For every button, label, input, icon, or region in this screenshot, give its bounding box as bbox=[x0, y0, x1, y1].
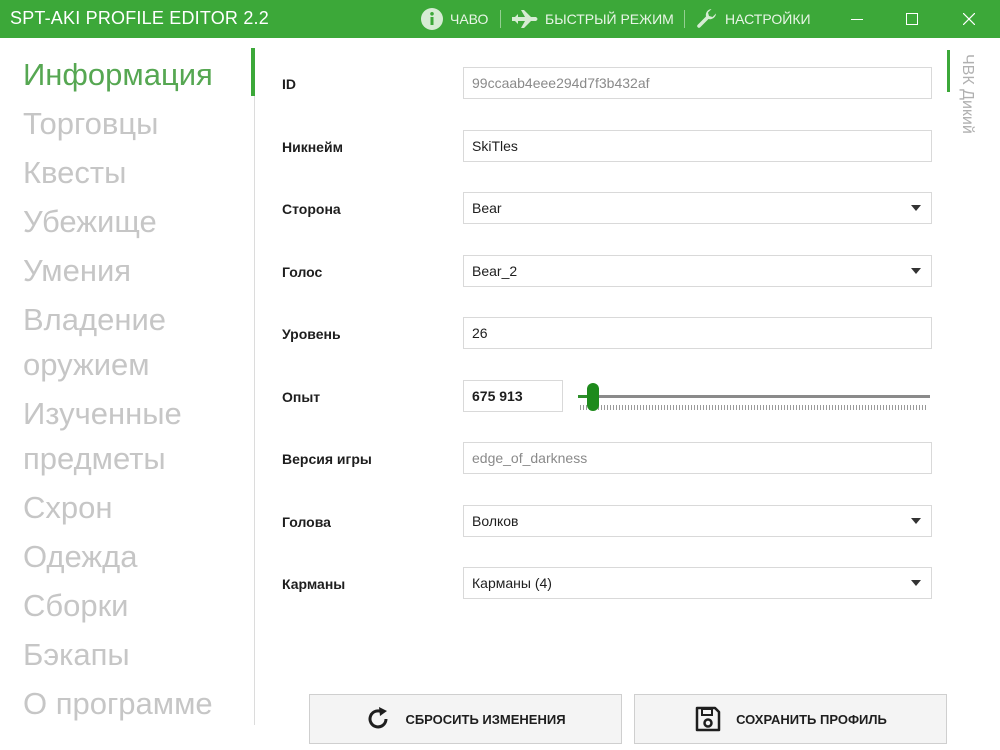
sidebar-item-quests[interactable]: Квесты bbox=[23, 150, 126, 195]
experience-label: Опыт bbox=[282, 389, 321, 405]
side-select[interactable]: Bear bbox=[463, 192, 932, 224]
sidebar-item-weapon-mastery[interactable]: Владение оружием bbox=[23, 297, 166, 387]
id-field[interactable]: 99ccaab4eee294d7f3b432af bbox=[463, 67, 932, 99]
nickname-label: Никнейм bbox=[282, 139, 343, 155]
tab-label: ЧВК Дикий bbox=[959, 54, 976, 134]
chevron-down-icon bbox=[911, 205, 921, 211]
sidebar-item-label: Изученные bbox=[23, 396, 182, 431]
reset-label: СБРОСИТЬ ИЗМЕНЕНИЯ bbox=[405, 711, 566, 727]
sidebar-item-traders[interactable]: Торговцы bbox=[23, 101, 158, 146]
save-icon bbox=[695, 706, 721, 732]
nickname-input[interactable]: SkiTles bbox=[463, 130, 932, 162]
close-icon bbox=[963, 13, 975, 25]
maximize-icon bbox=[906, 13, 918, 25]
sidebar-item-presets[interactable]: Сборки bbox=[23, 583, 129, 628]
tab-scav-profile[interactable]: ЧВК Дикий bbox=[958, 54, 982, 164]
minimize-button[interactable] bbox=[834, 0, 880, 38]
fast-mode-button[interactable]: БЫСТРЫЙ РЕЖИМ bbox=[511, 0, 674, 38]
pockets-label: Карманы bbox=[282, 576, 346, 592]
slider-thumb[interactable] bbox=[587, 383, 599, 411]
faq-label: ЧАВО bbox=[450, 11, 489, 27]
experience-input[interactable]: 675 913 bbox=[463, 380, 563, 412]
head-label: Голова bbox=[282, 514, 331, 530]
title-bar: SPT-AKI PROFILE EDITOR 2.2 ЧАВО БЫСТРЫЙ … bbox=[0, 0, 1000, 38]
close-button[interactable] bbox=[946, 0, 992, 38]
sidebar-item-label: предметы bbox=[23, 441, 166, 476]
sidebar-item-hideout[interactable]: Убежище bbox=[23, 199, 157, 244]
sidebar-item-skills[interactable]: Умения bbox=[23, 248, 131, 293]
refresh-icon bbox=[368, 707, 388, 729]
level-label: Уровень bbox=[282, 326, 341, 342]
experience-slider[interactable] bbox=[578, 382, 930, 412]
sidebar-item-examined-items[interactable]: Изученные предметы bbox=[23, 391, 182, 481]
pockets-value: Карманы (4) bbox=[472, 575, 552, 591]
sidebar-item-stash[interactable]: Схрон bbox=[23, 485, 113, 530]
settings-button[interactable]: НАСТРОЙКИ bbox=[695, 0, 811, 38]
divider bbox=[500, 10, 501, 28]
voice-select[interactable]: Bear_2 bbox=[463, 255, 932, 287]
voice-label: Голос bbox=[282, 264, 323, 280]
save-label: СОХРАНИТЬ ПРОФИЛЬ bbox=[736, 711, 887, 727]
id-label: ID bbox=[282, 76, 296, 92]
airplane-icon bbox=[512, 10, 538, 28]
chevron-down-icon bbox=[911, 268, 921, 274]
chevron-down-icon bbox=[911, 518, 921, 524]
slider-track bbox=[578, 395, 930, 398]
pockets-select[interactable]: Карманы (4) bbox=[463, 567, 932, 599]
level-input[interactable]: 26 bbox=[463, 317, 932, 349]
reset-changes-button[interactable]: СБРОСИТЬ ИЗМЕНЕНИЯ bbox=[309, 694, 622, 744]
fast-mode-label: БЫСТРЫЙ РЕЖИМ bbox=[545, 11, 674, 27]
sidebar-item-label: Владение bbox=[23, 302, 167, 337]
sidebar-item-label: оружием bbox=[23, 347, 150, 382]
sidebar-item-clothing[interactable]: Одежда bbox=[23, 534, 137, 579]
slider-ticks bbox=[580, 405, 926, 410]
save-profile-button[interactable]: СОХРАНИТЬ ПРОФИЛЬ bbox=[634, 694, 947, 744]
divider bbox=[684, 10, 685, 28]
sidebar-item-backups[interactable]: Бэкапы bbox=[23, 632, 130, 677]
sidebar: Информация Торговцы Квесты Убежище Умени… bbox=[0, 38, 256, 750]
chevron-down-icon bbox=[911, 580, 921, 586]
side-tab-indicator bbox=[947, 50, 950, 92]
faq-button[interactable]: ЧАВО bbox=[420, 0, 488, 38]
head-value: Волков bbox=[472, 513, 519, 529]
settings-label: НАСТРОЙКИ bbox=[725, 11, 811, 27]
sidebar-divider bbox=[254, 96, 255, 725]
game-version-label: Версия игры bbox=[282, 451, 372, 467]
wrench-icon bbox=[697, 9, 716, 28]
side-label: Сторона bbox=[282, 201, 341, 217]
sidebar-item-info[interactable]: Информация bbox=[23, 52, 213, 97]
info-icon bbox=[421, 8, 443, 30]
maximize-button[interactable] bbox=[889, 0, 935, 38]
sidebar-item-about[interactable]: О программе bbox=[23, 681, 213, 726]
minimize-icon bbox=[851, 19, 863, 20]
app-title: SPT-AKI PROFILE EDITOR 2.2 bbox=[10, 8, 269, 28]
sidebar-active-indicator bbox=[251, 48, 255, 96]
voice-value: Bear_2 bbox=[472, 263, 518, 279]
game-version-field[interactable]: edge_of_darkness bbox=[463, 442, 932, 474]
head-select[interactable]: Волков bbox=[463, 505, 932, 537]
side-value: Bear bbox=[472, 200, 502, 216]
